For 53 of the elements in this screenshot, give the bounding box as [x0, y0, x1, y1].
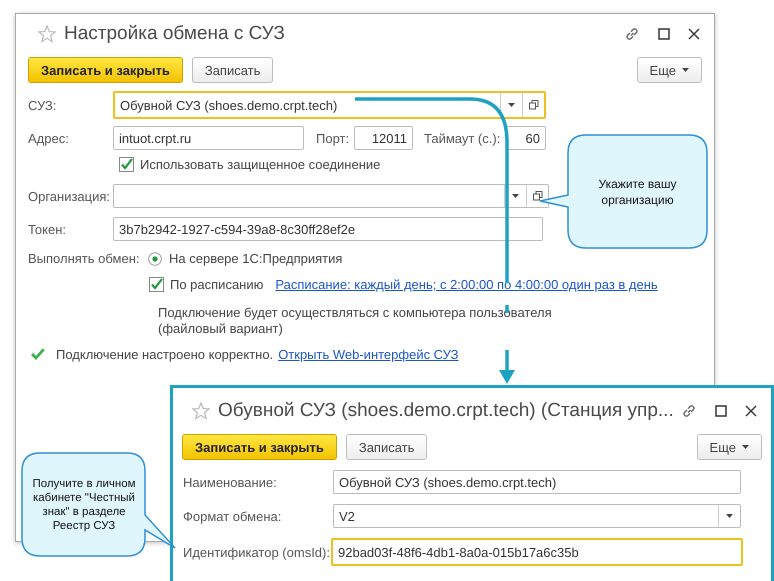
dropdown-caret-icon[interactable]	[512, 194, 519, 198]
callout-text: Получите в личном кабинете "Честный знак" в разделе Реестр СУЗ	[31, 476, 137, 532]
timeout-field[interactable]: 60	[506, 126, 546, 150]
window-title: Обувной СУЗ (shoes.demo.crpt.tech) (Станция упр...	[218, 400, 675, 422]
field-label: Идентификатор (omsId):	[183, 544, 331, 560]
open-icon[interactable]	[528, 100, 538, 110]
link-icon[interactable]	[681, 403, 697, 419]
field-label: Формат обмена:	[183, 508, 282, 524]
dropdown-caret-icon[interactable]	[726, 514, 733, 518]
input-field[interactable]: Обувной СУЗ (shoes.demo.crpt.tech)	[333, 470, 741, 494]
status-message: Подключение настроено корректно.	[56, 347, 274, 362]
close-icon[interactable]	[688, 28, 700, 40]
field-label: Организация:	[28, 188, 112, 204]
connection-note: Подключение будет осуществляться с компьютера пользователя (файловый вариант)	[158, 305, 552, 337]
dropdown-caret-icon[interactable]	[508, 103, 515, 107]
save-and-close-button[interactable]: Записать и закрыть	[182, 434, 337, 460]
maximize-icon[interactable]	[715, 405, 727, 417]
field-label: Порт:	[316, 130, 350, 146]
more-button[interactable]: Еще	[636, 57, 702, 83]
dropdown-caret-icon[interactable]	[682, 68, 689, 72]
select-field[interactable]: V2	[333, 504, 741, 528]
token-field[interactable]: 3b7b2942-1927-c594-39a8-8c30ff28ef2e	[113, 217, 543, 241]
field-label: Адрес:	[28, 130, 70, 146]
link-icon[interactable]	[624, 26, 640, 42]
radio-label: На сервере 1С:Предприятия	[169, 251, 342, 266]
port-field[interactable]: 12011	[354, 126, 413, 150]
save-button[interactable]: Записать	[192, 57, 274, 83]
organization-select-field[interactable]	[113, 184, 549, 208]
web-interface-link[interactable]: Открыть Web-интерфейс СУЗ	[278, 347, 458, 362]
open-icon[interactable]	[532, 191, 542, 201]
maximize-icon[interactable]	[658, 28, 670, 40]
suz-select-field[interactable]: Обувной СУЗ (shoes.demo.crpt.tech)	[113, 91, 546, 119]
address-field[interactable]: intuot.crpt.ru	[113, 126, 304, 150]
checkbox-label: Использовать защищенное соединение	[140, 157, 380, 172]
field-label: СУЗ:	[28, 98, 58, 112]
save-and-close-button[interactable]: Записать и закрыть	[28, 57, 183, 83]
checkbox-label: По расписанию	[170, 277, 264, 292]
checkbox[interactable]	[119, 157, 134, 172]
close-icon[interactable]	[745, 405, 757, 417]
checkbox[interactable]	[149, 277, 164, 292]
input-field[interactable]: 92bad03f-48f6-4db1-8a0a-015b17a6c35b	[331, 538, 743, 566]
save-button[interactable]: Записать	[346, 434, 428, 460]
field-label: Токен:	[28, 222, 68, 236]
window-title: Настройка обмена с СУЗ	[64, 23, 286, 45]
favorite-star-icon[interactable]	[192, 402, 210, 420]
dropdown-caret-icon[interactable]	[742, 445, 749, 449]
field-label: Выполнять обмен:	[28, 251, 140, 266]
more-button[interactable]: Еще	[696, 434, 762, 460]
favorite-star-icon[interactable]	[38, 25, 56, 43]
field-label: Наименование:	[183, 474, 278, 490]
field-label: Таймаут (с.):	[424, 130, 502, 146]
callout-text: Укажите вашу организацию	[598, 176, 678, 208]
radio-button[interactable]	[148, 252, 162, 266]
